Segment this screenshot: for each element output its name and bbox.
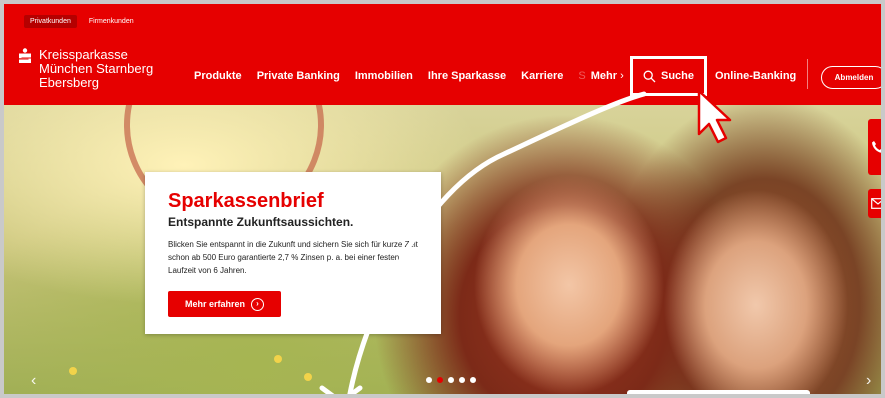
carousel-dot[interactable] [459, 377, 465, 383]
browser-frame: Privatkunden Firmenkunden Kreissparkasse… [0, 0, 885, 398]
nav-ihre-sparkasse[interactable]: Ihre Sparkasse [428, 70, 506, 82]
nav-mehr-label: Mehr [590, 70, 617, 82]
chevron-right-icon: › [620, 70, 624, 82]
search-label: Suche [660, 70, 694, 82]
flower [304, 373, 312, 381]
chat-bubble[interactable]: Hallo, schön, dass Sie da sind! Ich ... [627, 390, 810, 394]
segment-switcher: Privatkunden Firmenkunden [24, 15, 140, 28]
logout-button[interactable]: Abmelden [821, 66, 881, 89]
carousel-dot[interactable] [470, 377, 476, 383]
main-nav: Produkte Private Banking Immobilien Ihre… [194, 70, 624, 82]
promo-title: Sparkassenbrief [168, 190, 324, 212]
tab-firmenkunden[interactable]: Firmenkunden [83, 15, 140, 28]
promo-subtitle: Entspannte Zukunftsaussichten. [168, 215, 354, 229]
tab-privatkunden[interactable]: Privatkunden [24, 15, 77, 28]
nav-produkte[interactable]: Produkte [194, 70, 242, 82]
nav-truncated[interactable]: S [578, 70, 585, 82]
nav-private-banking[interactable]: Private Banking [257, 70, 340, 82]
sparkasse-logo[interactable]: Kreissparkasse München Starnberg Ebersbe… [18, 48, 153, 90]
promo-card: Sparkassenbrief Entspannte Zukunftsaussi… [145, 172, 441, 334]
nav-mehr[interactable]: Mehr › [591, 70, 624, 82]
chevron-right-icon: › [251, 297, 265, 311]
carousel-dots [426, 377, 476, 383]
hero-banner: Sparkassenbrief Entspannte Zukunftsaussi… [4, 105, 881, 394]
logo-line-2: München Starnberg [39, 61, 154, 76]
logo-line-1: Kreissparkasse [39, 47, 128, 62]
mail-widget[interactable] [868, 189, 881, 218]
header-divider [807, 59, 808, 89]
mail-icon [871, 198, 881, 209]
flower [274, 355, 282, 363]
carousel-dot[interactable] [448, 377, 454, 383]
nav-karriere[interactable]: Karriere [521, 70, 563, 82]
site-header: Privatkunden Firmenkunden Kreissparkasse… [4, 4, 881, 105]
more-info-label: Mehr erfahren [184, 299, 246, 309]
logo-text: Kreissparkasse München Starnberg Ebersbe… [39, 48, 153, 90]
more-info-button[interactable]: Mehr erfahren › [168, 291, 281, 317]
search-icon [643, 70, 656, 82]
nav-immobilien[interactable]: Immobilien [355, 70, 413, 82]
search-button[interactable]: Suche [630, 56, 707, 96]
promo-body: Blicken Sie entspannt in die Zukunft und… [168, 240, 418, 275]
carousel-dot-active[interactable] [437, 377, 443, 383]
carousel-next-icon[interactable]: › [866, 372, 871, 390]
carousel-dot[interactable] [426, 377, 432, 383]
contact-widget[interactable] [868, 119, 881, 175]
online-banking-link[interactable]: Online-Banking [715, 70, 796, 82]
carousel-prev-icon[interactable]: ‹ [31, 372, 36, 390]
logo-line-3: Ebersberg [39, 75, 99, 90]
flower [69, 367, 77, 375]
sparkasse-s-icon [18, 48, 32, 64]
phone-icon [872, 141, 881, 153]
